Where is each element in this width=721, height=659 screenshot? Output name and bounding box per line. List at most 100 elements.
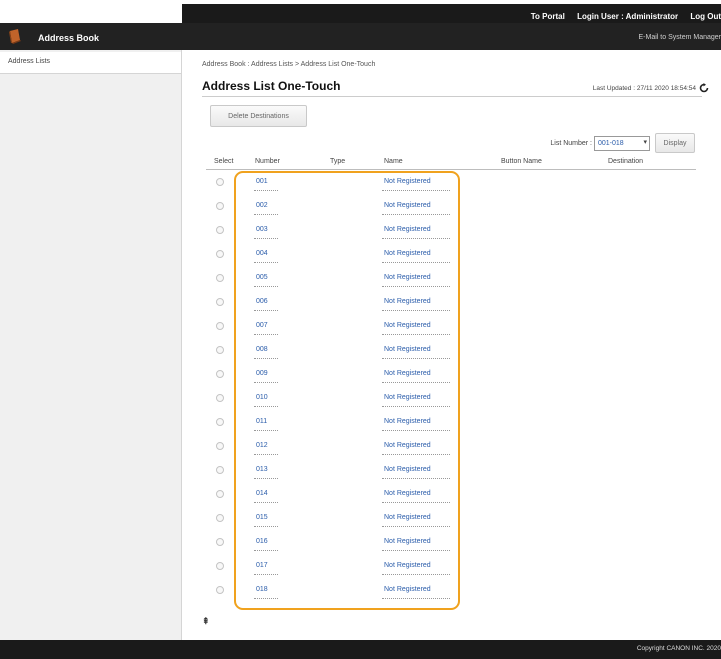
- table-row: 015 Not Registered: [206, 507, 696, 531]
- row-number-link[interactable]: 002: [256, 202, 268, 209]
- row-number-link[interactable]: 011: [256, 418, 267, 425]
- number-underline: [254, 598, 278, 599]
- row-number-link[interactable]: 013: [256, 466, 268, 473]
- number-underline: [254, 238, 278, 239]
- top-strip-blank: [0, 0, 182, 23]
- select-radio[interactable]: [216, 490, 224, 498]
- select-radio[interactable]: [216, 202, 224, 210]
- name-underline: [382, 502, 450, 503]
- select-radio[interactable]: [216, 538, 224, 546]
- number-underline: [254, 478, 278, 479]
- row-number-link[interactable]: 008: [256, 346, 268, 353]
- number-underline: [254, 214, 278, 215]
- row-name-link[interactable]: Not Registered: [384, 322, 431, 329]
- row-name-link[interactable]: Not Registered: [384, 562, 431, 569]
- row-name-link[interactable]: Not Registered: [384, 442, 431, 449]
- number-underline: [254, 334, 278, 335]
- row-number-link[interactable]: 017: [256, 562, 268, 569]
- col-number: Number: [255, 158, 280, 165]
- row-number-link[interactable]: 015: [256, 514, 268, 521]
- row-name-link[interactable]: Not Registered: [384, 346, 431, 353]
- table-row: 007 Not Registered: [206, 315, 696, 339]
- row-number-link[interactable]: 006: [256, 298, 268, 305]
- number-underline: [254, 526, 278, 527]
- row-name-link[interactable]: Not Registered: [384, 250, 431, 257]
- select-radio[interactable]: [216, 514, 224, 522]
- to-portal-link[interactable]: To Portal: [531, 12, 565, 21]
- select-radio[interactable]: [216, 394, 224, 402]
- number-underline: [254, 454, 278, 455]
- select-radio[interactable]: [216, 226, 224, 234]
- row-number-link[interactable]: 001: [256, 178, 268, 185]
- name-underline: [382, 334, 450, 335]
- select-radio[interactable]: [216, 442, 224, 450]
- number-underline: [254, 262, 278, 263]
- table-row: 008 Not Registered: [206, 339, 696, 363]
- select-radio[interactable]: [216, 586, 224, 594]
- select-radio[interactable]: [216, 178, 224, 186]
- row-name-link[interactable]: Not Registered: [384, 298, 431, 305]
- row-number-link[interactable]: 014: [256, 490, 268, 497]
- row-name-link[interactable]: Not Registered: [384, 226, 431, 233]
- select-radio[interactable]: [216, 274, 224, 282]
- row-number-link[interactable]: 004: [256, 250, 268, 257]
- name-underline: [382, 214, 450, 215]
- last-updated: Last Updated : 27/11 2020 18:54:54: [593, 83, 709, 93]
- top-strip: To Portal Login User : Administrator Log…: [182, 4, 721, 24]
- row-number-link[interactable]: 010: [256, 394, 268, 401]
- row-number-link[interactable]: 018: [256, 586, 268, 593]
- row-name-link[interactable]: Not Registered: [384, 418, 431, 425]
- row-number-link[interactable]: 007: [256, 322, 268, 329]
- select-radio[interactable]: [216, 562, 224, 570]
- row-name-link[interactable]: Not Registered: [384, 514, 431, 521]
- row-number-link[interactable]: 005: [256, 274, 268, 281]
- table-row: 005 Not Registered: [206, 267, 696, 291]
- row-name-link[interactable]: Not Registered: [384, 178, 431, 185]
- row-number-link[interactable]: 009: [256, 370, 268, 377]
- col-button-name: Button Name: [501, 158, 542, 165]
- select-radio[interactable]: [216, 298, 224, 306]
- app-title: Address Book: [38, 33, 100, 43]
- login-user-label: Login User : Administrator: [577, 12, 679, 21]
- table-row: 006 Not Registered: [206, 291, 696, 315]
- display-button[interactable]: Display: [655, 133, 695, 153]
- row-name-link[interactable]: Not Registered: [384, 538, 431, 545]
- number-underline: [254, 310, 278, 311]
- select-radio[interactable]: [216, 370, 224, 378]
- table-row: 011 Not Registered: [206, 411, 696, 435]
- select-radio[interactable]: [216, 346, 224, 354]
- sidebar-item-address-lists[interactable]: Address Lists: [0, 52, 181, 74]
- top-bar: To Portal Login User : Administrator Log…: [0, 0, 721, 50]
- name-underline: [382, 382, 450, 383]
- number-underline: [254, 550, 278, 551]
- row-name-link[interactable]: Not Registered: [384, 466, 431, 473]
- table-row: 018 Not Registered: [206, 579, 696, 603]
- name-underline: [382, 310, 450, 311]
- number-underline: [254, 358, 278, 359]
- log-out-link[interactable]: Log Out: [690, 12, 721, 21]
- select-radio[interactable]: [216, 322, 224, 330]
- select-radio[interactable]: [216, 418, 224, 426]
- row-name-link[interactable]: Not Registered: [384, 202, 431, 209]
- delete-destinations-button[interactable]: Delete Destinations: [210, 105, 307, 127]
- table-header: Select Number Type Name Button Name Dest…: [206, 155, 696, 170]
- row-number-link[interactable]: 016: [256, 538, 268, 545]
- number-underline: [254, 286, 278, 287]
- row-number-link[interactable]: 003: [256, 226, 268, 233]
- scroll-to-top-icon[interactable]: ⇞: [202, 616, 210, 627]
- email-system-manager-link[interactable]: E-Mail to System Manager: [639, 34, 721, 41]
- row-name-link[interactable]: Not Registered: [384, 490, 431, 497]
- row-name-link[interactable]: Not Registered: [384, 394, 431, 401]
- row-name-link[interactable]: Not Registered: [384, 586, 431, 593]
- table-row: 013 Not Registered: [206, 459, 696, 483]
- address-book-icon: [9, 29, 21, 44]
- copyright: Copyright CANON INC. 2020: [636, 645, 721, 652]
- refresh-icon[interactable]: [699, 83, 709, 93]
- name-underline: [382, 286, 450, 287]
- select-radio[interactable]: [216, 250, 224, 258]
- select-radio[interactable]: [216, 466, 224, 474]
- row-name-link[interactable]: Not Registered: [384, 370, 431, 377]
- list-number-select[interactable]: 001-018 ▾: [594, 135, 650, 151]
- row-number-link[interactable]: 012: [256, 442, 268, 449]
- row-name-link[interactable]: Not Registered: [384, 274, 431, 281]
